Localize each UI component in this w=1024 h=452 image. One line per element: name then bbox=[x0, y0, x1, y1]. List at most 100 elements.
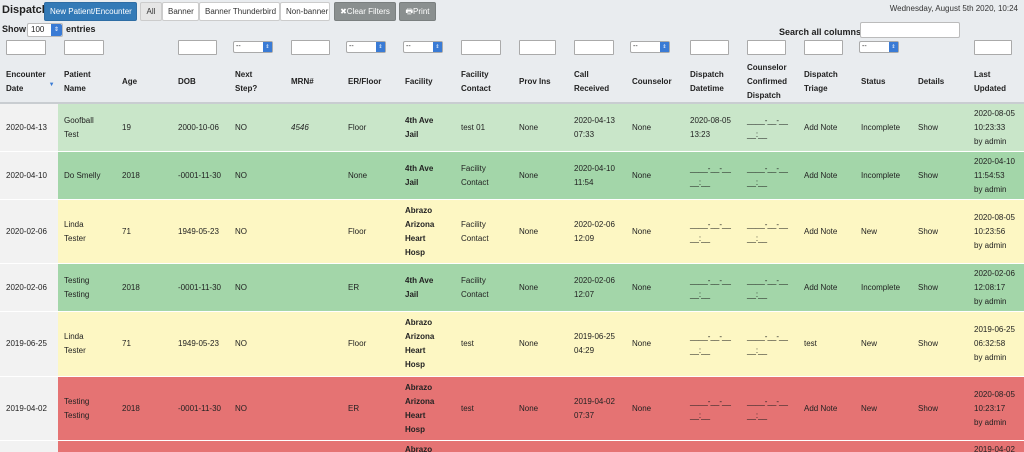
column-header-patient-name[interactable]: Patient Name bbox=[64, 60, 116, 104]
add-note-link[interactable]: Add Note bbox=[804, 200, 855, 263]
cell-line: Show bbox=[918, 226, 939, 236]
cell-age bbox=[122, 441, 172, 452]
column-header-facility[interactable]: Facility bbox=[405, 60, 455, 104]
table-row[interactable]: 2019-04-02 Testing Testing 2018 -0001-11-30 N… bbox=[0, 377, 1024, 441]
add-note-link[interactable]: Add Note bbox=[804, 104, 855, 151]
column-header-facility-contact[interactable]: Facility Contact bbox=[461, 60, 513, 104]
cell-counselor: None bbox=[632, 200, 684, 263]
filter-banner-button[interactable]: Banner bbox=[162, 2, 199, 21]
add-note-link[interactable]: test bbox=[804, 312, 855, 376]
new-patient-encounter-button[interactable]: New Patient/Encounter bbox=[44, 2, 137, 21]
show-details-link[interactable]: Show bbox=[918, 200, 968, 263]
show-details-link[interactable]: Show bbox=[918, 377, 968, 440]
filter-input-dispatch-datetime[interactable] bbox=[690, 40, 729, 55]
entries-select[interactable]: 100 ⇕ bbox=[27, 23, 63, 37]
cell-line: 11:54 bbox=[574, 177, 594, 187]
cell-line: Add Note bbox=[804, 282, 838, 292]
filter-input-mrn[interactable] bbox=[291, 40, 330, 55]
column-header-next-step[interactable]: Next Step? bbox=[235, 60, 285, 104]
cell-line: Testing bbox=[64, 275, 90, 285]
column-header-prov-ins[interactable]: Prov Ins bbox=[519, 60, 568, 104]
cell-prov-ins: None bbox=[519, 312, 568, 376]
column-header-encounter-date[interactable]: Encounter Date ▼ bbox=[6, 60, 58, 104]
filter-input-counselor-confirmed-dispatch[interactable] bbox=[747, 40, 786, 55]
filter-input-prov-ins[interactable] bbox=[519, 40, 556, 55]
show-details-link[interactable]: Show bbox=[918, 312, 968, 376]
filter-select-status[interactable]: -- ⇕ bbox=[859, 41, 899, 53]
filter-non-banner-button[interactable]: Non-banner bbox=[280, 2, 330, 21]
print-button[interactable]: 🖶Print bbox=[399, 2, 436, 21]
filter-select-next-step[interactable]: -- ⇕ bbox=[233, 41, 273, 53]
filter-input-encounter-date[interactable] bbox=[6, 40, 46, 55]
cell-line: ____-__-__ bbox=[747, 275, 788, 285]
cell-line: Arizona bbox=[405, 332, 435, 341]
cell-text: -0001-11-30 bbox=[178, 281, 221, 295]
cell-line: ____-__-__ bbox=[690, 163, 731, 173]
filter-all-button[interactable]: All bbox=[140, 2, 162, 21]
cell-text: 2020-04-13 bbox=[6, 121, 47, 135]
search-all-columns-input[interactable] bbox=[860, 22, 960, 38]
cell-text: ____-__-__ __:__ bbox=[747, 218, 788, 246]
show-details-link[interactable]: Show bbox=[918, 264, 968, 311]
cell-prov-ins bbox=[519, 441, 568, 452]
filter-input-dob[interactable] bbox=[178, 40, 217, 55]
cell-status bbox=[861, 441, 912, 452]
cell-line: 2020-04-13 bbox=[574, 115, 615, 125]
cell-facility: 4th Ave Jail bbox=[405, 104, 455, 151]
column-header-counselor-confirmed-dispatch[interactable]: Counselor Confirmed Dispatch bbox=[747, 60, 798, 104]
filter-input-patient-name[interactable] bbox=[64, 40, 104, 55]
column-header-counselor[interactable]: Counselor bbox=[632, 60, 684, 104]
cell-prov-ins: None bbox=[519, 200, 568, 263]
filter-select-facility[interactable]: -- ⇕ bbox=[403, 41, 443, 53]
column-header-last-updated[interactable]: Last Updated bbox=[974, 60, 1024, 104]
cell-line: test bbox=[461, 339, 474, 348]
show-details-link[interactable]: Show bbox=[918, 104, 968, 151]
filter-input-dispatch-triage[interactable] bbox=[804, 40, 843, 55]
cell-text: ____-__-__ __:__ bbox=[747, 330, 788, 358]
cell-prov-ins: None bbox=[519, 377, 568, 440]
table-row[interactable]: 2019-06-25 Linda Tester 71 1949-05-23 NO Floor… bbox=[0, 312, 1024, 377]
cell-text: None bbox=[632, 281, 651, 295]
cell-dob: -0001-11-30 bbox=[178, 377, 229, 440]
filter-input-last-updated[interactable] bbox=[974, 40, 1012, 55]
add-note-link[interactable]: Add Note bbox=[804, 377, 855, 440]
show-details-link[interactable]: Show bbox=[918, 152, 968, 199]
column-header-mrn[interactable]: MRN# bbox=[291, 60, 342, 104]
column-header-status[interactable]: Status bbox=[861, 60, 912, 104]
table-row[interactable]: 2020-04-10 Do Smelly 2018 -0001-11-30 NO None… bbox=[0, 152, 1024, 200]
column-header-call-received[interactable]: Call Received bbox=[574, 60, 626, 104]
cell-dispatch-datetime: 2020-08-05 13:23 bbox=[690, 104, 741, 151]
cell-line: __:__ bbox=[747, 233, 768, 243]
column-header-dispatch-datetime[interactable]: Dispatch Datetime bbox=[690, 60, 741, 104]
table-row[interactable]: 2020-02-06 Testing Testing 2018 -0001-11-30 N… bbox=[0, 264, 1024, 312]
column-header-age[interactable]: Age bbox=[122, 60, 172, 104]
column-header-label: ER/Floor bbox=[348, 77, 382, 86]
cell-line: 19 bbox=[122, 122, 131, 132]
cell-counselor-confirmed-dispatch bbox=[747, 441, 798, 452]
filter-banner-thunderbird-button[interactable]: Banner Thunderbird bbox=[199, 2, 280, 21]
cell-line: __:__ bbox=[747, 177, 768, 187]
filter-input-facility-contact[interactable] bbox=[461, 40, 501, 55]
filter-select-er-floor[interactable]: -- ⇕ bbox=[346, 41, 386, 53]
cell-er-floor: Floor bbox=[348, 104, 399, 151]
column-header-dob[interactable]: DOB bbox=[178, 60, 229, 104]
column-header-dispatch-triage[interactable]: Dispatch Triage bbox=[804, 60, 855, 104]
cell-text: ER bbox=[348, 281, 359, 295]
table-row[interactable]: 2020-04-13 Goofball Test 19 2000-10-06 NO 4546… bbox=[0, 104, 1024, 152]
cell-call-received bbox=[574, 441, 626, 452]
cell-status: Incomplete bbox=[861, 104, 912, 151]
column-header-er-floor[interactable]: ER/Floor bbox=[348, 60, 399, 104]
cell-text: ____-__-__ __:__ bbox=[690, 218, 731, 246]
cell-patient-name: Do Smelly bbox=[64, 152, 116, 199]
cell-line: by admin bbox=[974, 353, 1007, 362]
column-header-details[interactable]: Details bbox=[918, 60, 968, 104]
filter-input-call-received[interactable] bbox=[574, 40, 614, 55]
table-row[interactable]: Abrazo 2019-04-02 bbox=[0, 441, 1024, 452]
add-note-link[interactable]: Add Note bbox=[804, 264, 855, 311]
cell-er-floor: ER bbox=[348, 264, 399, 311]
cell-mrn: 4546 bbox=[291, 104, 342, 151]
table-row[interactable]: 2020-02-06 Linda Tester 71 1949-05-23 NO Floor… bbox=[0, 200, 1024, 264]
add-note-link[interactable]: Add Note bbox=[804, 152, 855, 199]
clear-filters-button[interactable]: ✖Clear Filters bbox=[334, 2, 396, 21]
filter-select-counselor[interactable]: -- ⇕ bbox=[630, 41, 670, 53]
